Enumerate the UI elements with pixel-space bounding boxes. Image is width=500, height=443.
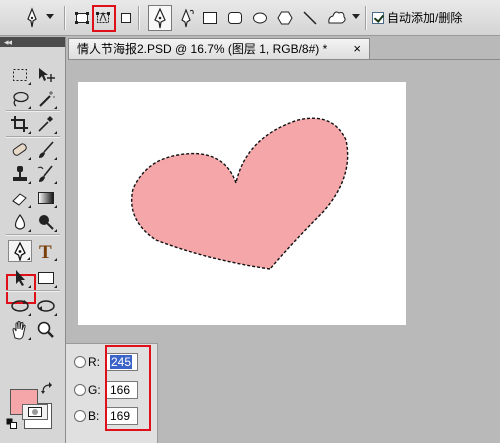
eyedropper-icon[interactable]: [34, 113, 58, 135]
lasso-tool-icon[interactable]: [8, 88, 32, 110]
ellipse-shape-icon[interactable]: [252, 7, 268, 29]
document-tab[interactable]: 情人节海报2.PSD @ 16.7% (图层 1, RGB/8#) * ×: [68, 38, 370, 60]
default-colors-icon[interactable]: [6, 418, 18, 430]
toolbox-collapse-button[interactable]: ◂◂: [0, 37, 65, 47]
type-tool-icon[interactable]: T: [34, 240, 58, 262]
history-brush-icon[interactable]: [34, 163, 58, 185]
brush-tool-icon[interactable]: [34, 139, 58, 161]
move-tool-icon[interactable]: [34, 64, 58, 86]
shape-layers-mode-icon[interactable]: [75, 7, 89, 29]
document-canvas[interactable]: [78, 82, 406, 325]
close-tab-icon[interactable]: ×: [353, 39, 361, 59]
green-radio[interactable]: [74, 384, 86, 396]
fill-pixels-mode-icon[interactable]: [120, 7, 132, 29]
pen-tool-icon[interactable]: [8, 240, 32, 262]
zoom-tool-icon[interactable]: [34, 319, 58, 341]
red-radio[interactable]: [74, 356, 86, 368]
rgb-values-highlight: [105, 345, 151, 431]
document-title: 情人节海报2.PSD @ 16.7% (图层 1, RGB/8#) *: [77, 42, 328, 56]
options-bar: 自动添加/删除: [0, 0, 500, 36]
blur-tool-icon[interactable]: [8, 211, 32, 233]
custom-shape-icon[interactable]: [326, 7, 348, 29]
path-selection-icon[interactable]: [8, 267, 32, 289]
auto-add-delete-label: 自动添加/删除: [387, 11, 463, 25]
rectangle-tool-icon[interactable]: [34, 267, 58, 289]
swap-colors-icon[interactable]: [40, 382, 54, 394]
gradient-tool-icon[interactable]: [34, 187, 58, 209]
heart-shape: [131, 118, 348, 269]
pen-tool-option-icon[interactable]: [148, 5, 172, 31]
blue-radio[interactable]: [74, 410, 86, 422]
rounded-rectangle-icon[interactable]: [227, 7, 243, 29]
quick-mask-icon[interactable]: [22, 404, 48, 420]
healing-brush-icon[interactable]: [8, 139, 32, 161]
polygon-shape-icon[interactable]: [277, 7, 293, 29]
rectangle-shape-icon[interactable]: [202, 7, 218, 29]
magic-wand-icon[interactable]: [34, 88, 58, 110]
green-label: G:: [88, 383, 101, 397]
pen-tool-preset-icon[interactable]: [24, 7, 40, 29]
blue-label: B:: [88, 409, 100, 423]
3d-orbit-icon[interactable]: [34, 295, 58, 317]
marquee-tool-icon[interactable]: [8, 64, 32, 86]
hand-tool-icon[interactable]: [8, 319, 32, 341]
svg-text:T: T: [39, 242, 52, 261]
eraser-tool-icon[interactable]: [8, 187, 32, 209]
canvas-svg: [131, 117, 349, 270]
dodge-tool-icon[interactable]: [34, 211, 58, 233]
paths-mode-highlight: [92, 5, 116, 32]
freeform-pen-icon[interactable]: [177, 7, 195, 29]
auto-add-delete-option[interactable]: 自动添加/删除: [372, 9, 462, 26]
toolbox: ◂◂ T: [0, 37, 66, 443]
tool-preset-dropdown-icon[interactable]: [46, 12, 54, 34]
line-shape-icon[interactable]: [302, 7, 318, 29]
clone-stamp-icon[interactable]: [8, 163, 32, 185]
auto-add-delete-checkbox[interactable]: [372, 11, 384, 24]
red-label: R:: [88, 355, 100, 369]
3d-rotate-icon[interactable]: [8, 295, 32, 317]
crop-tool-icon[interactable]: [8, 113, 32, 135]
custom-shape-dropdown-icon[interactable]: [352, 12, 360, 34]
